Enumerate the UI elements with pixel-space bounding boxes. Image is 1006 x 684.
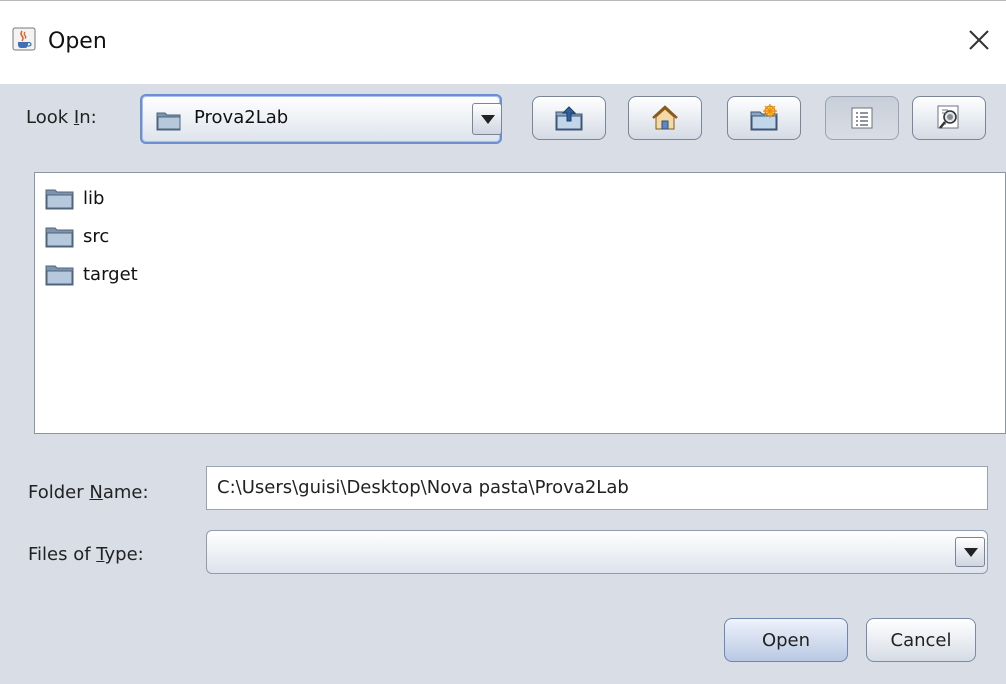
list-item[interactable]: target (45, 258, 138, 290)
files-of-type-label: Files of Type: (28, 544, 144, 565)
look-in-combo[interactable]: Prova2Lab (140, 94, 502, 144)
new-folder-icon (750, 104, 778, 131)
files-of-type-combo[interactable] (206, 530, 988, 574)
java-cup-icon (12, 27, 36, 51)
title-bar: Open (0, 0, 1006, 84)
list-view-button[interactable] (825, 96, 899, 140)
files-of-type-dropdown-button[interactable] (955, 537, 985, 567)
open-button[interactable]: Open (724, 618, 848, 662)
look-in-dropdown-button[interactable] (472, 103, 502, 135)
folder-name-label: Folder Name: (28, 482, 149, 503)
details-view-button[interactable] (912, 96, 986, 140)
list-item-label: src (83, 225, 110, 247)
home-icon (652, 105, 678, 130)
window-title: Open (48, 29, 107, 54)
folder-name-input[interactable]: C:\Users\guisi\Desktop\Nova pasta\Prova2… (206, 466, 988, 510)
home-button[interactable] (628, 96, 702, 140)
new-folder-button[interactable] (727, 96, 801, 140)
list-item[interactable]: src (45, 220, 109, 252)
folder-icon (45, 265, 74, 286)
folder-icon (156, 112, 181, 131)
cancel-button[interactable]: Cancel (866, 618, 976, 662)
up-one-level-button[interactable] (532, 96, 606, 140)
list-item-label: lib (83, 187, 105, 209)
list-item-label: target (83, 263, 138, 285)
folder-name-value: C:\Users\guisi\Desktop\Nova pasta\Prova2… (217, 477, 629, 498)
dialog-body: Look In: Prova2Lab lib src target Folder… (0, 84, 1006, 684)
folder-icon (45, 227, 74, 248)
details-view-icon (937, 105, 959, 129)
list-item[interactable]: lib (45, 182, 104, 214)
file-list[interactable]: lib src target (34, 172, 1006, 434)
folder-up-icon (555, 106, 583, 131)
look-in-label: Look In: (26, 107, 97, 128)
close-icon[interactable] (966, 27, 992, 53)
look-in-value: Prova2Lab (194, 107, 289, 128)
folder-icon (45, 189, 74, 210)
list-view-icon (851, 107, 873, 129)
